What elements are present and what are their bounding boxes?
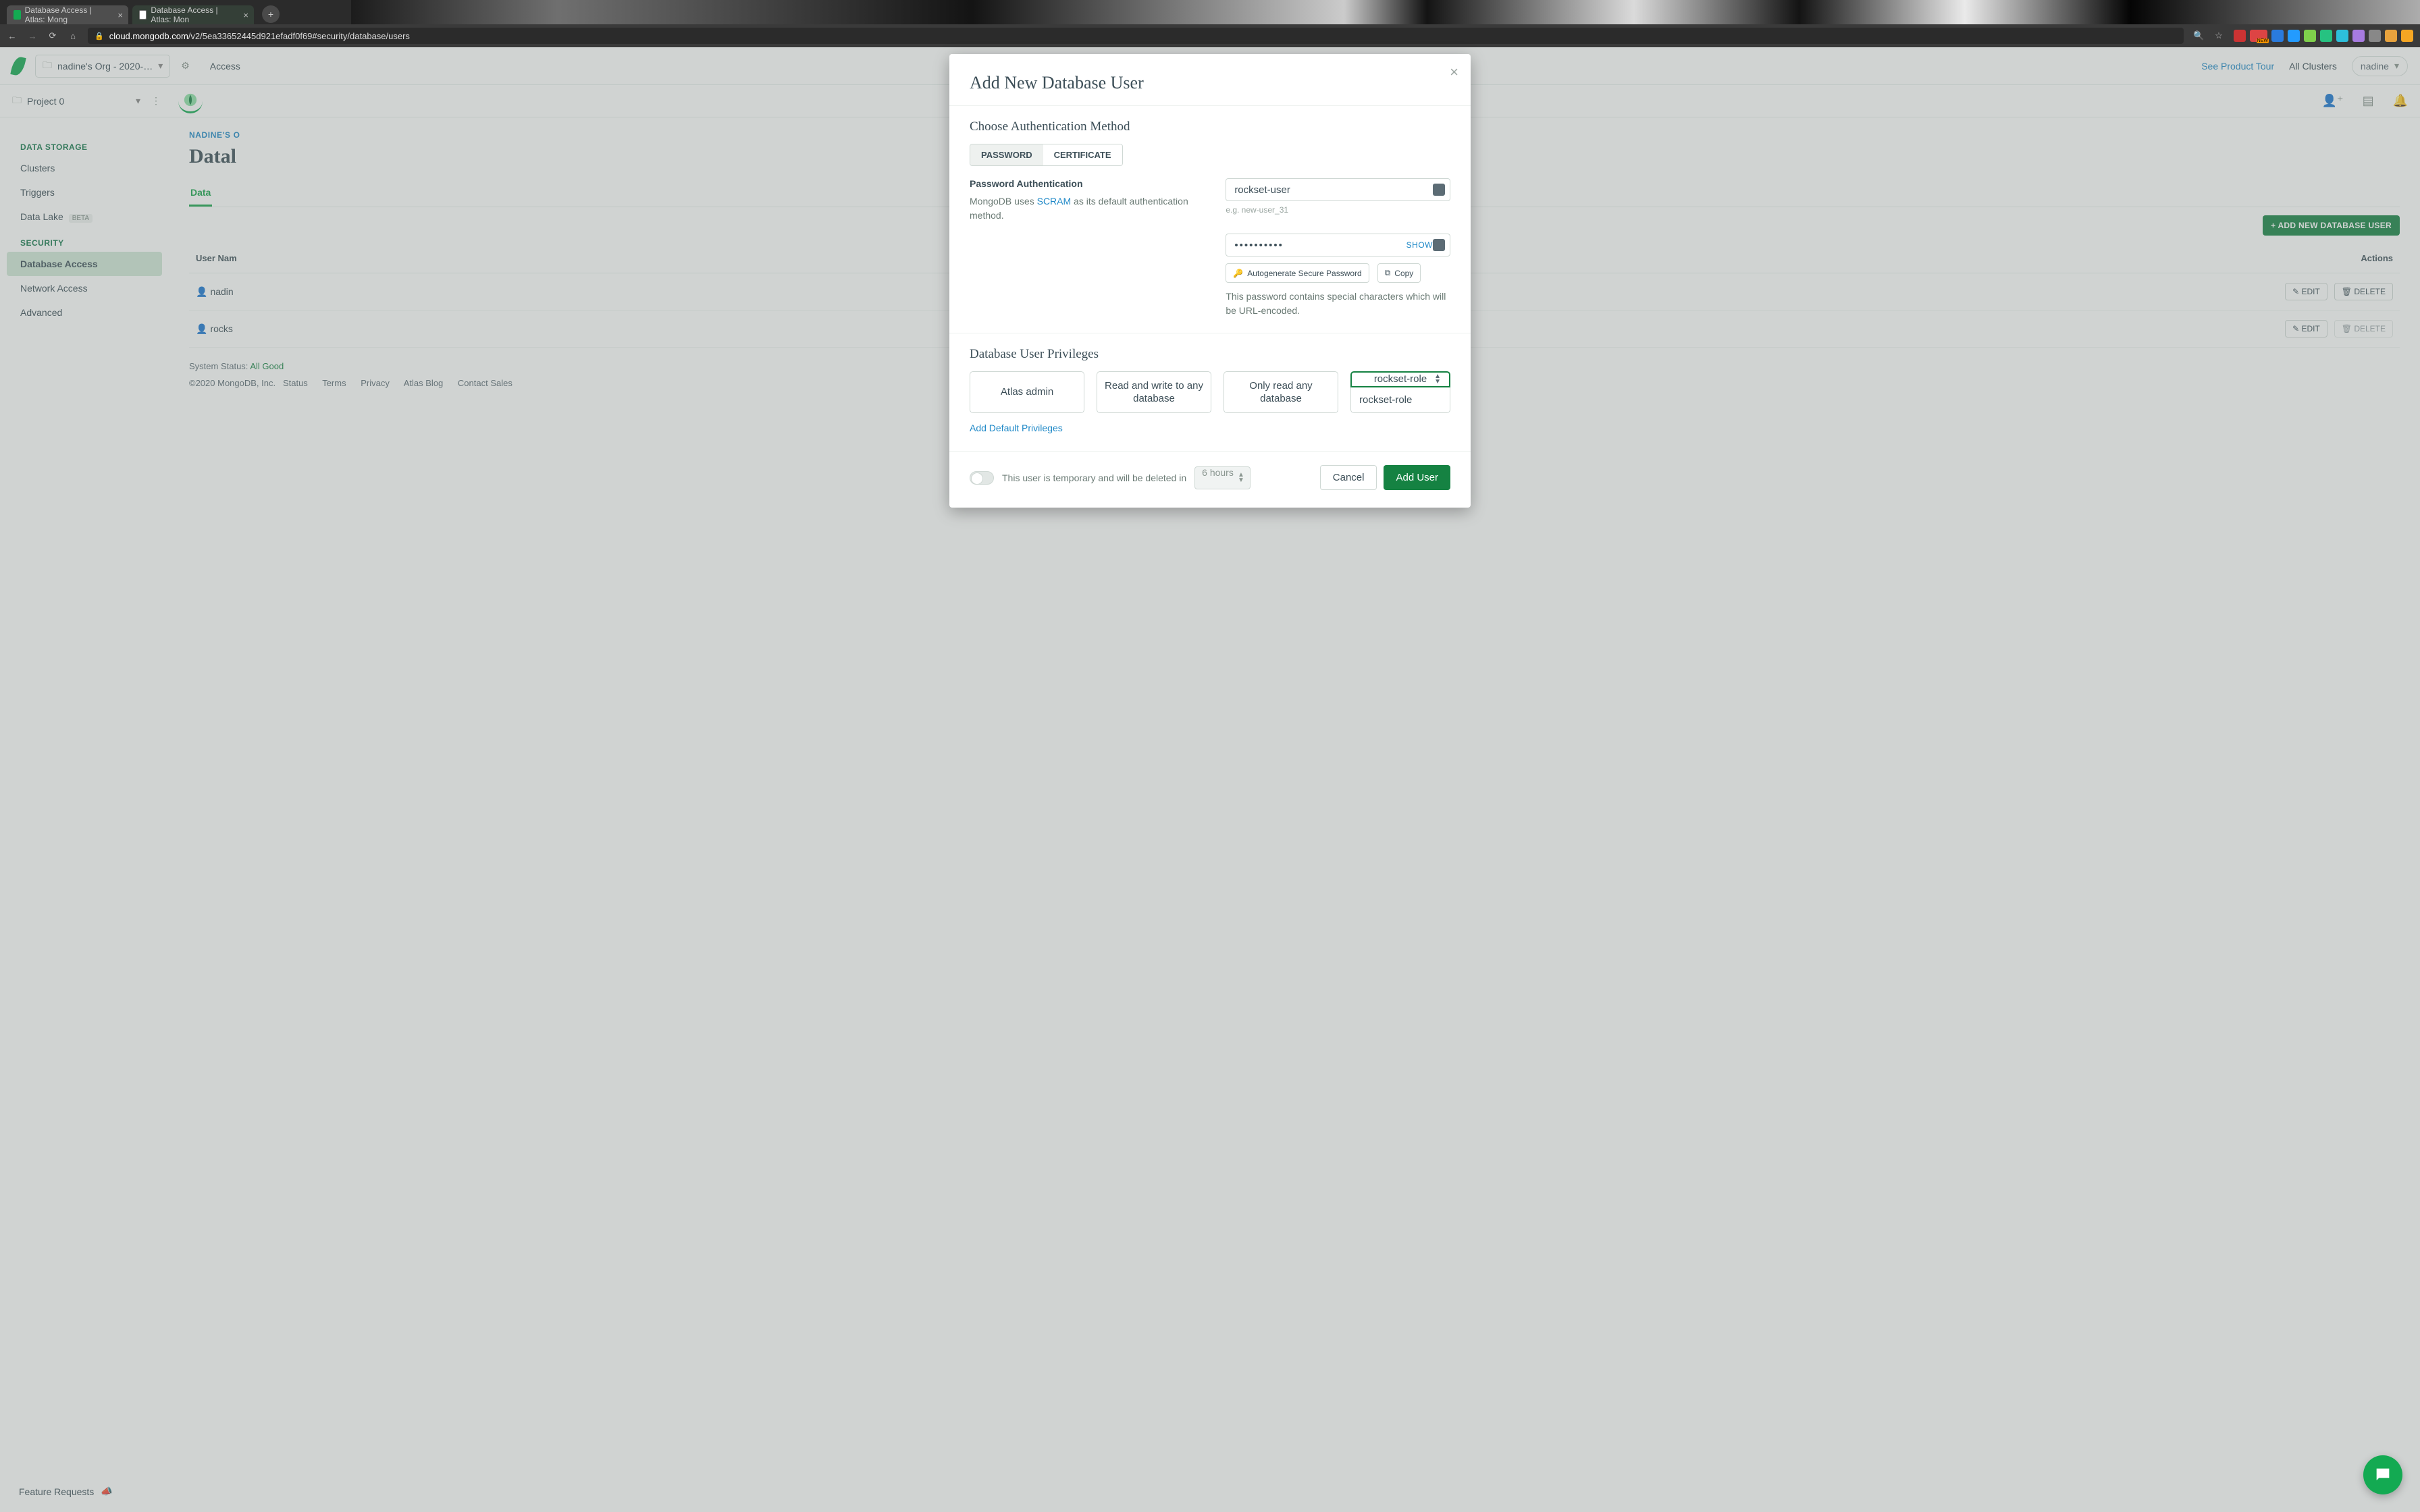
copy-icon: ⧉ — [1385, 268, 1391, 278]
extension-icon[interactable] — [2352, 30, 2365, 42]
nav-back-icon[interactable]: ← — [7, 31, 18, 41]
privilege-options: Atlas admin Read and write to any databa… — [970, 371, 1450, 413]
key-icon: 🔑 — [1233, 269, 1243, 278]
url-path: /v2/5ea33652445d921efadf0f69#security/da… — [188, 31, 410, 41]
password-auth-heading: Password Authentication — [970, 178, 1205, 189]
temporary-duration-select[interactable]: 6 hours ▲▼ — [1194, 466, 1251, 489]
modal-close-button[interactable]: × — [1450, 63, 1458, 81]
password-manager-icon[interactable] — [1433, 239, 1445, 251]
close-tab-icon[interactable]: × — [117, 10, 123, 20]
modal-footer: This user is temporary and will be delet… — [949, 451, 1471, 490]
close-tab-icon[interactable]: × — [243, 10, 248, 20]
add-default-privileges-link[interactable]: Add Default Privileges — [970, 423, 1063, 433]
auth-method-heading: Choose Authentication Method — [970, 119, 1450, 134]
url-host: cloud.mongodb.com — [109, 31, 188, 41]
nav-forward-icon[interactable]: → — [27, 31, 38, 41]
extension-icon[interactable] — [2336, 30, 2348, 42]
autogenerate-password-button[interactable]: 🔑 Autogenerate Secure Password — [1226, 263, 1369, 283]
extension-icon[interactable] — [2288, 30, 2300, 42]
nav-reload-icon[interactable]: ⟳ — [47, 30, 58, 41]
priv-custom-label: rockset-role — [1374, 373, 1427, 386]
password-manager-icon[interactable] — [1433, 184, 1445, 196]
priv-custom-dropdown-item[interactable]: rockset-role — [1350, 387, 1450, 413]
copy-password-button[interactable]: ⧉ Copy — [1377, 263, 1421, 283]
extension-icon[interactable] — [2271, 30, 2284, 42]
favicon-mongodb-icon — [14, 10, 21, 20]
extension-icon[interactable] — [2369, 30, 2381, 42]
privileges-heading: Database User Privileges — [970, 347, 1450, 362]
new-tab-button[interactable]: + — [262, 5, 280, 23]
priv-read-write-any[interactable]: Read and write to any database — [1097, 371, 1211, 413]
add-user-button[interactable]: Add User — [1384, 465, 1450, 490]
temporary-user-toggle[interactable] — [970, 471, 994, 485]
tab-title: Database Access | Atlas: Mong — [25, 5, 109, 24]
macos-titlebar-texture — [351, 0, 2420, 24]
sort-caret-icon: ▲▼ — [1238, 473, 1244, 483]
username-hint: e.g. new-user_31 — [1226, 205, 1450, 215]
favicon-generic-icon — [139, 10, 147, 20]
show-password-toggle[interactable]: SHOW — [1406, 240, 1433, 250]
auth-seg-certificate[interactable]: CERTIFICATE — [1043, 144, 1122, 165]
password-auth-description: MongoDB uses SCRAM as its default authen… — [970, 194, 1205, 223]
priv-custom-role-select[interactable]: rockset-role ▲▼ — [1350, 371, 1450, 387]
extension-icon[interactable] — [2320, 30, 2332, 42]
temporary-user-label: This user is temporary and will be delet… — [1002, 473, 1186, 483]
extension-icon[interactable] — [2234, 30, 2246, 42]
zoom-icon[interactable]: 🔍 — [2193, 30, 2204, 41]
username-input[interactable] — [1226, 178, 1450, 201]
scram-link[interactable]: SCRAM — [1037, 196, 1072, 207]
auth-seg-password[interactable]: PASSWORD — [970, 144, 1043, 165]
tab-strip: Database Access | Atlas: Mong × Database… — [0, 0, 2420, 24]
password-encoding-note: This password contains special character… — [1226, 290, 1450, 318]
browser-tab-2[interactable]: Database Access | Atlas: Mon × — [132, 5, 254, 24]
browser-tab-1[interactable]: Database Access | Atlas: Mong × — [7, 5, 128, 24]
modal-title: Add New Database User — [970, 73, 1450, 93]
extension-icon[interactable] — [2250, 30, 2267, 42]
tab-title: Database Access | Atlas: Mon — [151, 5, 235, 24]
priv-atlas-admin[interactable]: Atlas admin — [970, 371, 1084, 413]
cancel-button[interactable]: Cancel — [1320, 465, 1377, 490]
sort-caret-icon: ▲▼ — [1434, 374, 1441, 385]
address-bar: ← → ⟳ ⌂ 🔒 cloud.mongodb.com/v2/5ea336524… — [0, 24, 2420, 47]
auth-method-segmented: PASSWORD CERTIFICATE — [970, 144, 1123, 166]
add-database-user-modal: × Add New Database User Choose Authentic… — [949, 54, 1471, 508]
extension-icon[interactable] — [2304, 30, 2316, 42]
avatar-icon[interactable] — [2385, 30, 2397, 42]
bookmark-star-icon[interactable]: ☆ — [2213, 30, 2224, 41]
browser-chrome: Database Access | Atlas: Mong × Database… — [0, 0, 2420, 47]
priv-read-any[interactable]: Only read any database — [1224, 371, 1338, 413]
url-field[interactable]: 🔒 cloud.mongodb.com/v2/5ea33652445d921ef… — [88, 28, 2184, 44]
nav-home-icon[interactable]: ⌂ — [68, 31, 78, 41]
lock-icon: 🔒 — [95, 32, 104, 40]
extension-icon[interactable] — [2401, 30, 2413, 42]
chat-bubble-icon — [2373, 1465, 2392, 1484]
extension-icons — [2234, 30, 2413, 42]
intercom-chat-button[interactable] — [2363, 1455, 2402, 1494]
